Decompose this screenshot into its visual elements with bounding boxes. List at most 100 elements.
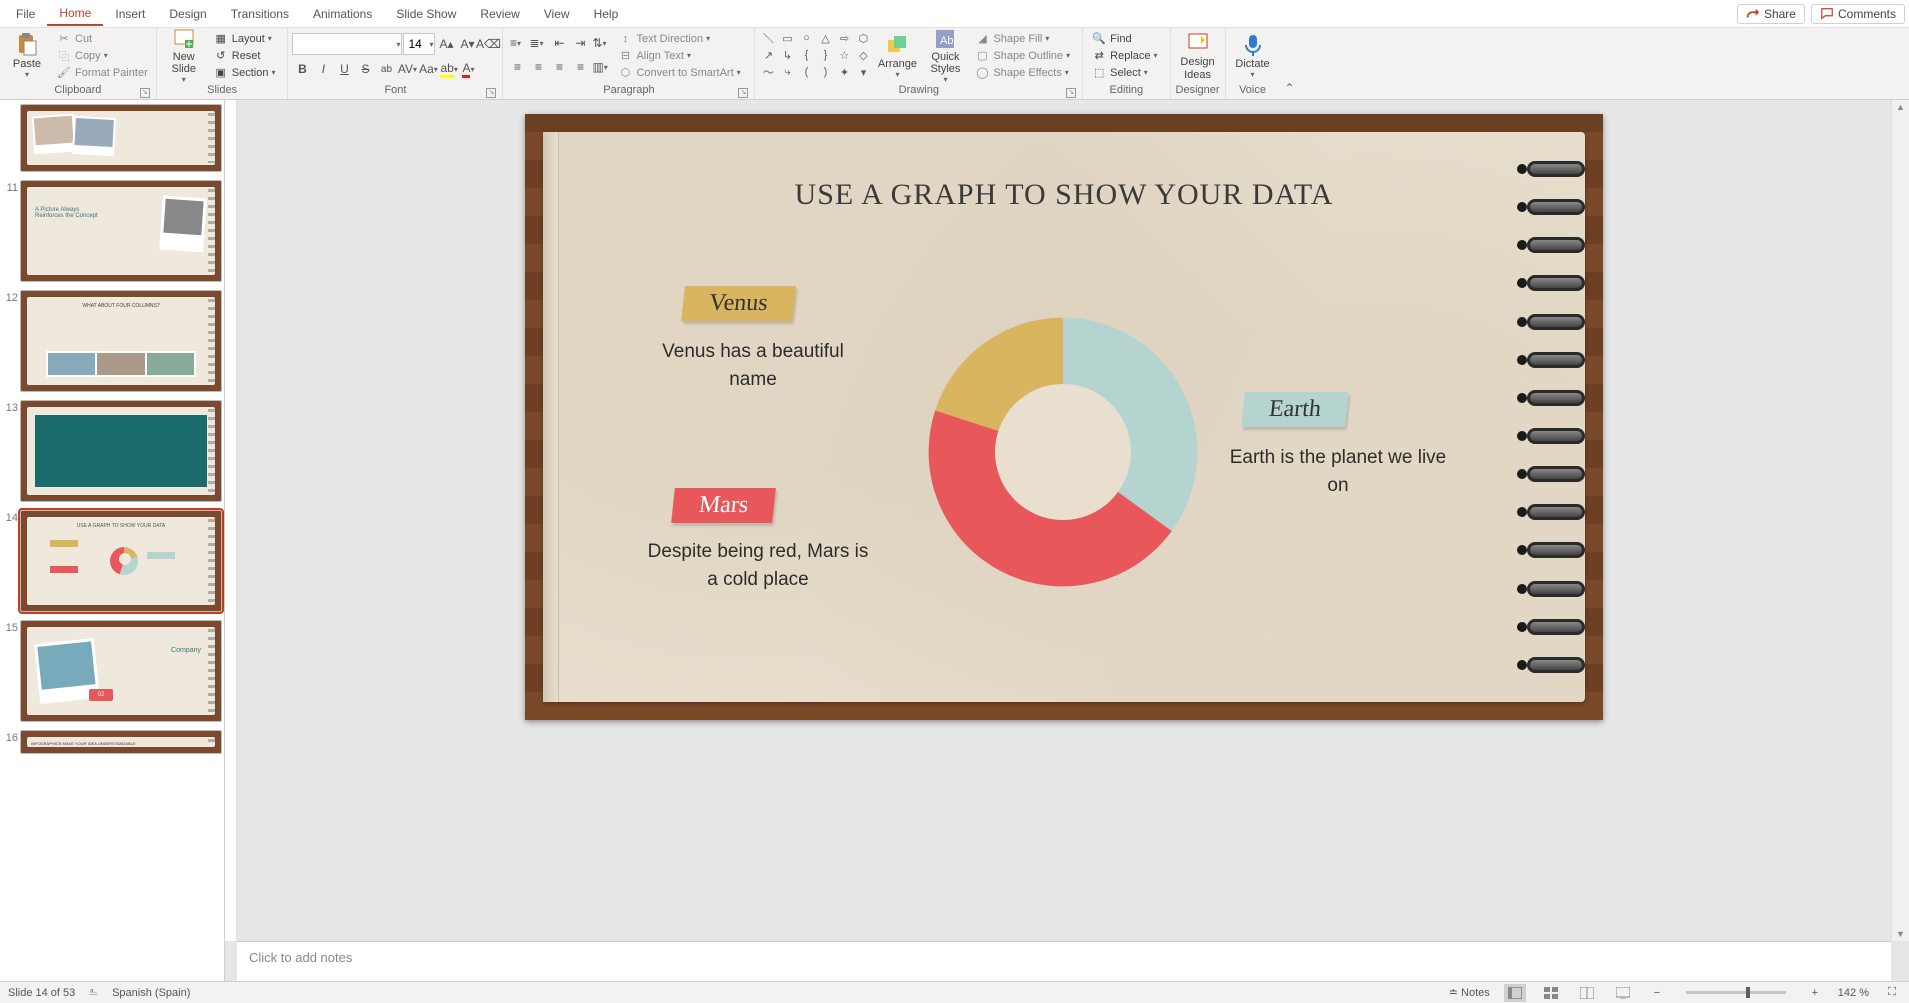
- reading-view-button[interactable]: [1576, 984, 1598, 1002]
- highlight-button[interactable]: ab▾: [439, 59, 459, 79]
- venus-description[interactable]: Venus has a beautiful name: [653, 338, 853, 393]
- italic-button[interactable]: I: [313, 59, 333, 79]
- spell-check-icon[interactable]: ⎁: [89, 986, 98, 999]
- shape-connector-icon[interactable]: ⤷: [778, 64, 796, 80]
- smartart-button[interactable]: ⬡Convert to SmartArt ▾: [613, 64, 748, 81]
- venus-tape-label[interactable]: Venus: [681, 286, 795, 321]
- font-color-button[interactable]: A▾: [460, 59, 480, 79]
- quick-styles-button[interactable]: Ab Quick Styles▾: [922, 30, 968, 82]
- slide-title[interactable]: USE A GRAPH TO SHOW YOUR DATA: [543, 132, 1585, 212]
- cut-button[interactable]: ✂Cut: [52, 30, 152, 47]
- shape-hex-icon[interactable]: ⬡: [854, 30, 872, 46]
- decrease-font-button[interactable]: A▾: [457, 34, 477, 54]
- comments-button[interactable]: Comments: [1811, 4, 1905, 24]
- clipboard-launcher[interactable]: ↘: [140, 88, 150, 98]
- shape-rparen-icon[interactable]: ): [816, 64, 834, 80]
- slide-thumbnail[interactable]: 02Company: [20, 620, 222, 722]
- replace-button[interactable]: ⇄Replace ▾: [1087, 47, 1165, 64]
- zoom-level[interactable]: 142 %: [1838, 987, 1869, 999]
- find-button[interactable]: 🔍Find: [1087, 30, 1165, 47]
- shape-rect-icon[interactable]: ▭: [778, 30, 796, 46]
- slide-thumbnail[interactable]: [20, 400, 222, 502]
- vertical-scrollbar[interactable]: ▲ ▼: [1891, 100, 1909, 941]
- tab-design[interactable]: Design: [157, 3, 218, 25]
- fit-to-window-button[interactable]: ⛶: [1883, 986, 1901, 999]
- tab-review[interactable]: Review: [468, 3, 531, 25]
- slide-thumbnails-pane[interactable]: 11A Picture AlwaysReinforces the Concept…: [0, 100, 225, 981]
- align-left-button[interactable]: ≡: [507, 57, 527, 77]
- tab-animations[interactable]: Animations: [301, 3, 384, 25]
- columns-button[interactable]: ▥▾: [591, 57, 611, 77]
- shape-star2-icon[interactable]: ✦: [835, 64, 853, 80]
- bullets-button[interactable]: ≡▾: [507, 33, 527, 53]
- shape-line-icon[interactable]: ＼: [759, 30, 777, 46]
- tab-slide-show[interactable]: Slide Show: [384, 3, 468, 25]
- spacing-button[interactable]: AV▾: [397, 59, 417, 79]
- shapes-gallery[interactable]: ＼▭○△⇨⬡ ↗↳{}☆◇ ～⤷()✦▾: [759, 30, 872, 80]
- tab-file[interactable]: File: [4, 3, 47, 25]
- shape-line2-icon[interactable]: ↗: [759, 47, 777, 63]
- text-direction-button[interactable]: ↕Text Direction ▾: [613, 30, 748, 47]
- font-size-input[interactable]: [404, 37, 426, 51]
- shape-callout-icon[interactable]: ◇: [854, 47, 872, 63]
- slide-thumbnail[interactable]: USE A GRAPH TO SHOW YOUR DATA: [20, 510, 222, 612]
- font-name-input[interactable]: [293, 37, 393, 51]
- slide-counter[interactable]: Slide 14 of 53: [8, 987, 75, 999]
- notes-pane[interactable]: Click to add notes: [237, 941, 1891, 981]
- new-slide-button[interactable]: New Slide▾: [161, 30, 207, 82]
- font-launcher[interactable]: ↘: [486, 88, 496, 98]
- underline-button[interactable]: U: [334, 59, 354, 79]
- shape-more-icon[interactable]: ▾: [854, 64, 872, 80]
- numbering-button[interactable]: ≣▾: [528, 33, 548, 53]
- shape-elbow-icon[interactable]: ↳: [778, 47, 796, 63]
- line-spacing-button[interactable]: ⇅▾: [591, 33, 611, 53]
- zoom-out-button[interactable]: −: [1648, 987, 1666, 999]
- clear-formatting-button[interactable]: A⌫: [478, 34, 498, 54]
- sorter-view-button[interactable]: [1540, 984, 1562, 1002]
- strike-button[interactable]: S: [355, 59, 375, 79]
- scroll-up-button[interactable]: ▲: [1892, 100, 1909, 114]
- decrease-indent-button[interactable]: ⇤: [549, 33, 569, 53]
- slide-thumbnail[interactable]: [20, 104, 222, 172]
- section-button[interactable]: ▣Section ▾: [209, 64, 284, 81]
- share-button[interactable]: Share: [1737, 4, 1805, 24]
- reset-button[interactable]: ↺Reset: [209, 47, 284, 64]
- design-ideas-button[interactable]: Design Ideas: [1175, 30, 1221, 82]
- zoom-in-button[interactable]: +: [1806, 987, 1824, 999]
- justify-button[interactable]: ≡: [570, 57, 590, 77]
- language-indicator[interactable]: Spanish (Spain): [112, 987, 190, 999]
- copy-button[interactable]: ⿻Copy ▾: [52, 47, 152, 64]
- font-size-combo[interactable]: ▾: [403, 33, 435, 55]
- tab-home[interactable]: Home: [47, 2, 103, 26]
- shape-arrow-icon[interactable]: ⇨: [835, 30, 853, 46]
- tab-insert[interactable]: Insert: [103, 3, 157, 25]
- mars-tape-label[interactable]: Mars: [671, 488, 776, 523]
- notes-toggle[interactable]: ≐ Notes: [1449, 986, 1490, 999]
- change-case-button[interactable]: Aa▾: [418, 59, 438, 79]
- increase-font-button[interactable]: A▴: [436, 34, 456, 54]
- bold-button[interactable]: B: [292, 59, 312, 79]
- earth-tape-label[interactable]: Earth: [1241, 392, 1349, 427]
- layout-button[interactable]: ▦Layout ▾: [209, 30, 284, 47]
- shape-oval-icon[interactable]: ○: [797, 30, 815, 46]
- slideshow-view-button[interactable]: [1612, 984, 1634, 1002]
- shape-rbrace-icon[interactable]: }: [816, 47, 834, 63]
- align-center-button[interactable]: ≡: [528, 57, 548, 77]
- shape-triangle-icon[interactable]: △: [816, 30, 834, 46]
- shape-lparen-icon[interactable]: (: [797, 64, 815, 80]
- shape-outline-button[interactable]: ▢Shape Outline ▾: [970, 47, 1078, 64]
- tab-transitions[interactable]: Transitions: [219, 3, 301, 25]
- tab-help[interactable]: Help: [582, 3, 631, 25]
- slide-thumbnail[interactable]: INFOGRAPHICS MAKE YOUR IDEA UNDERSTANDAB…: [20, 730, 222, 754]
- format-painter-button[interactable]: 🖌Format Painter: [52, 64, 152, 81]
- shape-fill-button[interactable]: ◢Shape Fill ▾: [970, 30, 1078, 47]
- arrange-button[interactable]: Arrange▾: [874, 30, 920, 82]
- shape-star-icon[interactable]: ☆: [835, 47, 853, 63]
- align-text-button[interactable]: ⊟Align Text ▾: [613, 47, 748, 64]
- zoom-slider[interactable]: [1686, 991, 1786, 994]
- normal-view-button[interactable]: [1504, 984, 1526, 1002]
- increase-indent-button[interactable]: ⇥: [570, 33, 590, 53]
- shape-effects-button[interactable]: ◯Shape Effects ▾: [970, 64, 1078, 81]
- dictate-button[interactable]: Dictate▾: [1230, 30, 1276, 82]
- donut-chart[interactable]: [923, 312, 1203, 592]
